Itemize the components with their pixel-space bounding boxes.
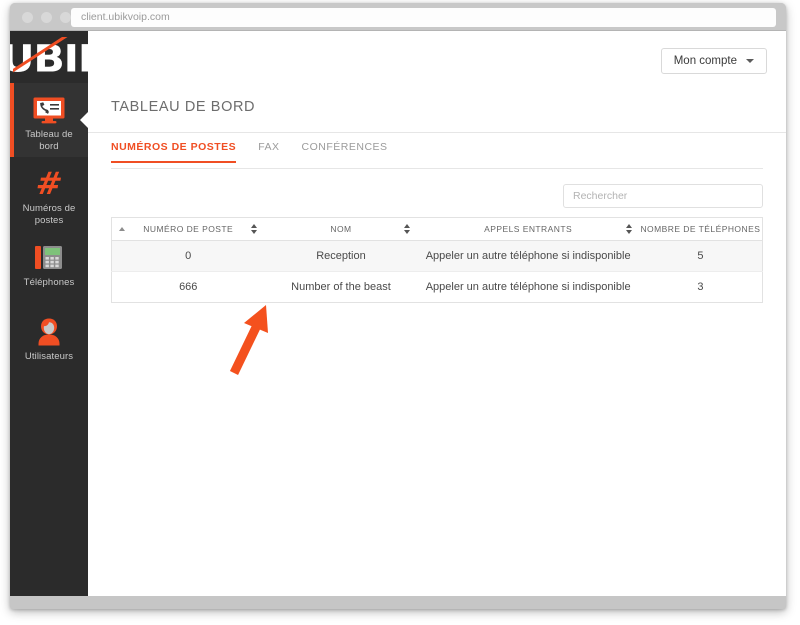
column-header-numero-de-poste[interactable]: NUMÉRO DE POSTE	[111, 217, 265, 241]
tab-conferences[interactable]: CONFÉRENCES	[302, 141, 388, 162]
column-header-label: NUMÉRO DE POSTE	[143, 224, 234, 234]
cell-nom: Number of the beast	[291, 281, 391, 293]
sidebar-item-utilisateurs[interactable]: Utilisateurs	[10, 305, 88, 379]
tab-fax[interactable]: FAX	[258, 141, 279, 162]
table-header-row: NUMÉRO DE POSTE NOM APPELS ENTRANTS NOMB…	[111, 217, 763, 241]
column-header-label: NOM	[330, 224, 352, 234]
sort-ascending-icon	[119, 227, 125, 231]
table-row[interactable]: 0 Reception Appeler un autre téléphone s…	[111, 240, 763, 272]
page-title: TABLEAU DE BORD	[111, 99, 256, 115]
table-row[interactable]: 666 Number of the beast Appeler un autre…	[112, 272, 763, 303]
tab-bar: NUMÉROS DE POSTES FAX CONFÉRENCES	[111, 141, 763, 169]
sidebar-item-tableau-de-bord[interactable]: Tableau de bord	[10, 83, 89, 157]
page-viewport: UBIK	[10, 31, 786, 596]
account-menu-button[interactable]: Mon compte	[660, 48, 767, 74]
sidebar-item-telephones[interactable]: Téléphones	[10, 231, 88, 305]
cell-nom: Reception	[264, 240, 418, 272]
sidebar: UBIK	[10, 31, 89, 596]
minimize-button[interactable]	[41, 12, 52, 23]
desk-phone-icon	[10, 231, 88, 276]
sort-toggle-icon[interactable]	[404, 224, 411, 234]
cell-appels-entrants: Appeler un autre téléphone si indisponib…	[425, 281, 631, 293]
close-button[interactable]	[22, 12, 33, 23]
cell-numero-de-poste: 666	[179, 281, 198, 293]
sidebar-item-label: Utilisateurs	[24, 351, 74, 362]
column-header-label: APPELS ENTRANTS	[484, 224, 573, 234]
extensions-table: NUMÉRO DE POSTE NOM APPELS ENTRANTS NOMB…	[111, 217, 763, 303]
sidebar-item-numeros-de-postes[interactable]: # Numéros de postes	[10, 157, 88, 231]
maximize-button[interactable]	[60, 12, 71, 23]
user-avatar-icon	[10, 305, 88, 350]
title-divider	[88, 132, 786, 133]
cell-nombre-de-telephones: 5	[638, 240, 763, 272]
sort-toggle-icon[interactable]	[251, 224, 258, 234]
sidebar-item-label: Téléphones	[23, 277, 75, 288]
account-menu-label: Mon compte	[673, 54, 737, 67]
main-content: Mon compte TABLEAU DE BORD NUMÉROS DE PO…	[88, 31, 786, 596]
sidebar-item-label: Tableau de bord	[25, 129, 73, 152]
hash-icon: #	[33, 165, 65, 202]
window-controls[interactable]	[22, 12, 71, 23]
column-header-nom[interactable]: NOM	[264, 217, 418, 241]
brand-logo-text: UBIK	[10, 38, 88, 82]
tab-numeros-de-postes[interactable]: NUMÉROS DE POSTES	[111, 141, 237, 163]
chevron-down-icon	[746, 59, 754, 63]
column-header-nombre-de-telephones[interactable]: NOMBRE DE TÉLÉPHONES	[638, 217, 763, 241]
active-indicator-bar	[10, 83, 14, 157]
cell-appels-entrants: Appeler un autre téléphone si indisponib…	[417, 240, 639, 272]
column-header-label: NOMBRE DE TÉLÉPHONES	[640, 224, 761, 234]
sort-toggle-icon[interactable]	[625, 224, 632, 234]
cell-nombre-de-telephones: 3	[697, 281, 704, 293]
search-input[interactable]	[563, 184, 763, 208]
address-bar[interactable]: client.ubikvoip.com	[71, 8, 776, 27]
annotation-arrow-icon	[229, 305, 268, 375]
dashboard-monitor-icon	[10, 83, 88, 128]
browser-window: client.ubikvoip.com UBIK	[10, 3, 786, 609]
browser-titlebar: client.ubikvoip.com	[10, 3, 786, 31]
column-header-appels-entrants[interactable]: APPELS ENTRANTS	[417, 217, 639, 241]
cell-numero-de-poste: 0	[111, 240, 265, 272]
sidebar-item-label: Numéros de postes	[22, 203, 76, 226]
brand-logo[interactable]: UBIK	[10, 31, 88, 83]
